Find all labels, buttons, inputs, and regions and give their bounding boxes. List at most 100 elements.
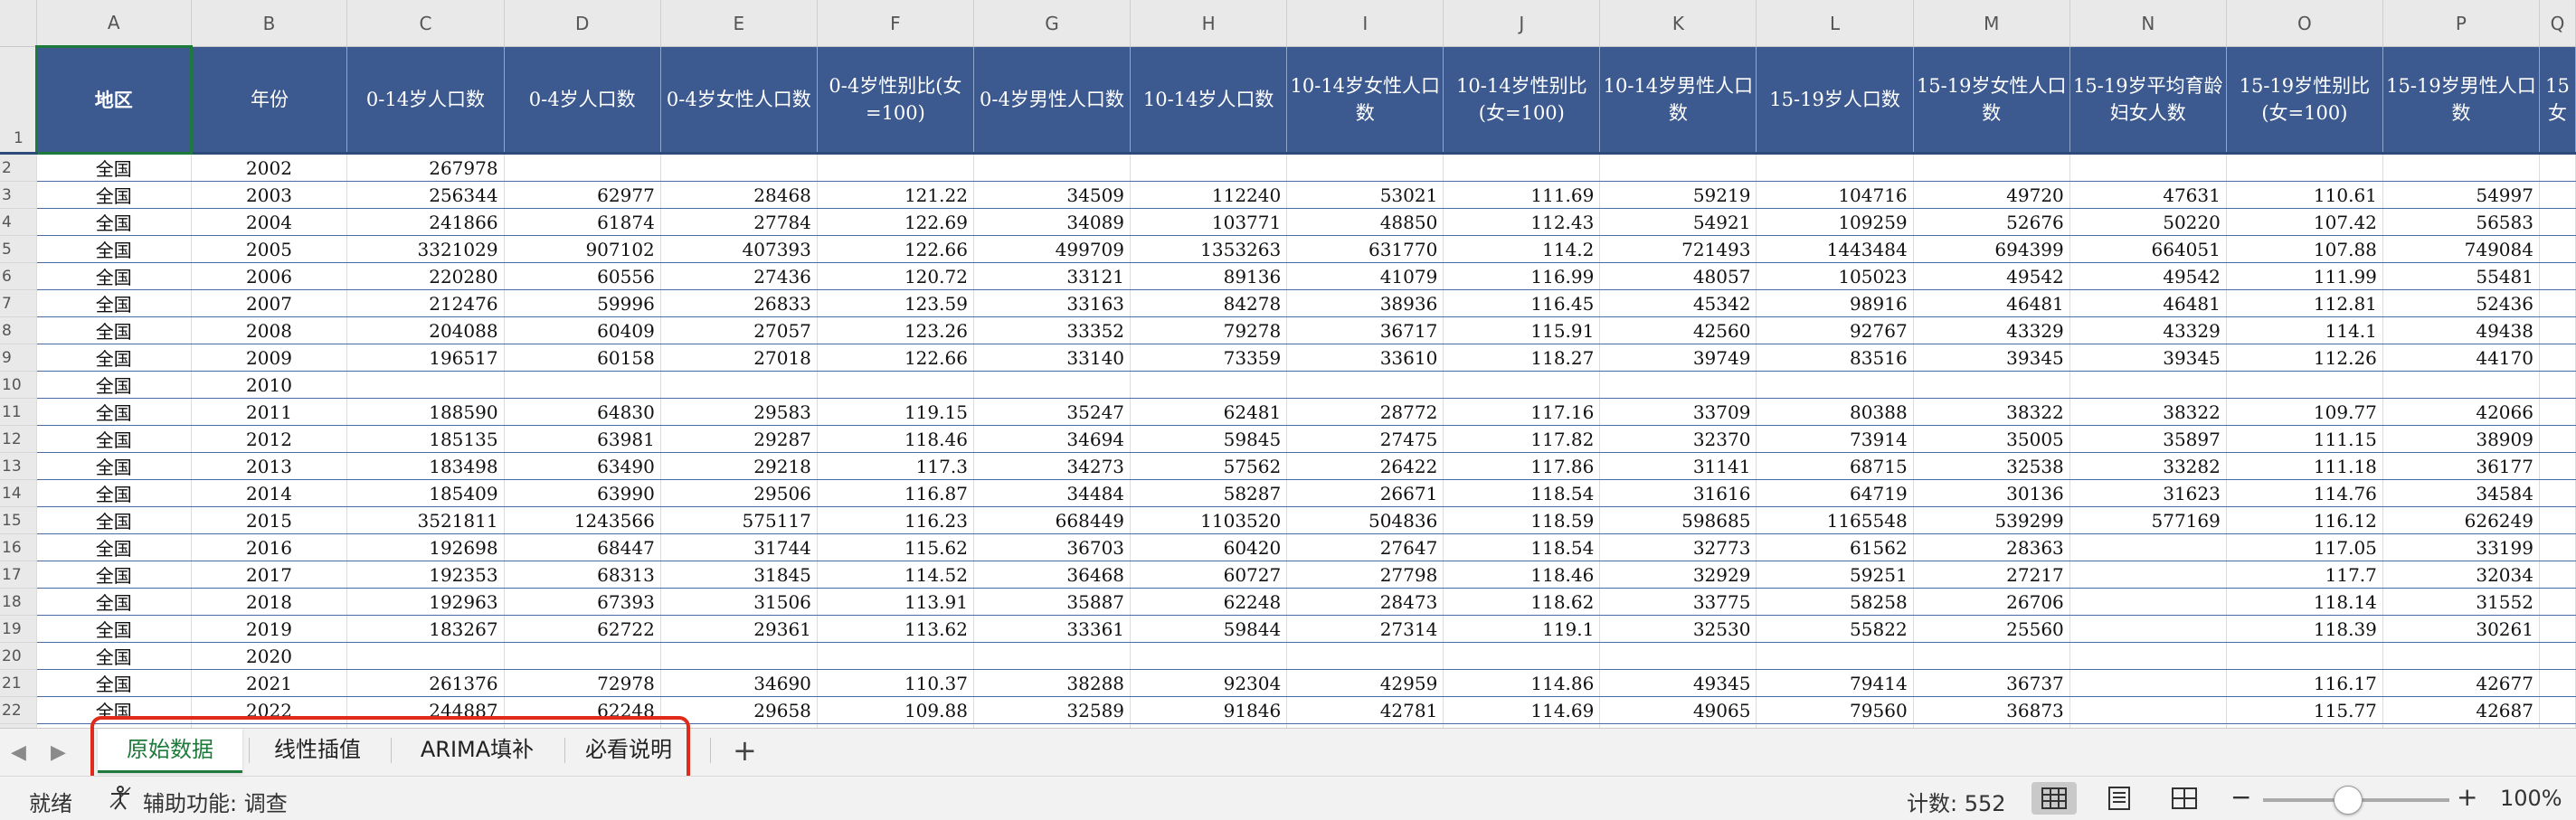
data-cell[interactable]: 35005 xyxy=(1913,425,2070,453)
data-cell[interactable]: 34509 xyxy=(973,181,1132,209)
data-cell[interactable] xyxy=(2069,588,2227,616)
data-cell[interactable] xyxy=(1913,153,2070,182)
column-header-o[interactable]: O xyxy=(2226,0,2383,47)
data-cell[interactable]: 38936 xyxy=(1286,289,1444,317)
data-cell[interactable] xyxy=(973,642,1132,670)
data-cell[interactable] xyxy=(1443,371,1601,399)
row-header[interactable]: 13 xyxy=(0,452,37,480)
data-cell[interactable]: 46481 xyxy=(2069,289,2227,317)
data-cell[interactable]: 664051 xyxy=(2069,235,2227,263)
column-header-d[interactable]: D xyxy=(504,0,661,47)
data-cell[interactable]: 114.69 xyxy=(1443,696,1601,724)
data-cell[interactable]: 31845 xyxy=(660,561,818,589)
data-cell[interactable]: 42687 xyxy=(2382,696,2540,724)
data-cell[interactable]: 122.66 xyxy=(817,344,974,372)
data-cell[interactable]: 32773 xyxy=(1599,533,1757,561)
accessibility-icon[interactable] xyxy=(107,784,134,816)
spreadsheet-grid[interactable]: A B C D E F G H I J K L M N O P Q 1 地区 年份 0-14岁人口数 0-4岁人口数 0-4… xyxy=(0,0,2576,728)
data-cell[interactable]: 116.45 xyxy=(1443,289,1601,317)
row-header[interactable]: 4 xyxy=(0,208,37,236)
data-cell[interactable]: 52436 xyxy=(2382,289,2540,317)
data-cell[interactable] xyxy=(2539,262,2576,290)
data-cell[interactable]: 111.69 xyxy=(1443,181,1601,209)
data-cell[interactable]: 118.14 xyxy=(2226,588,2383,616)
table-row[interactable]: 20 全国 2020 xyxy=(0,642,2576,670)
data-cell[interactable]: 53021 xyxy=(1286,181,1444,209)
data-cell[interactable]: 35247 xyxy=(973,398,1132,426)
data-cell[interactable] xyxy=(2226,153,2383,182)
data-cell[interactable]: 全国 xyxy=(36,289,192,317)
data-cell[interactable] xyxy=(2539,371,2576,399)
data-cell[interactable]: 27436 xyxy=(660,262,818,290)
data-cell[interactable] xyxy=(1599,371,1757,399)
data-cell[interactable]: 36873 xyxy=(1913,696,2070,724)
row-header[interactable]: 22 xyxy=(0,696,37,724)
data-cell[interactable] xyxy=(1286,371,1444,399)
data-cell[interactable]: 2018 xyxy=(191,588,348,616)
table-row[interactable]: 14 全国 2014 185409 63990 29506 116.87 34484 58287… xyxy=(0,479,2576,507)
data-cell[interactable]: 49438 xyxy=(2382,316,2540,344)
data-cell[interactable]: 全国 xyxy=(36,235,192,263)
data-cell[interactable]: 185409 xyxy=(346,479,505,507)
data-cell[interactable]: 28473 xyxy=(1286,588,1444,616)
data-cell[interactable]: 122.69 xyxy=(817,208,974,236)
data-cell[interactable]: 33709 xyxy=(1599,398,1757,426)
data-cell[interactable]: 72978 xyxy=(504,669,661,697)
data-cell[interactable]: 80388 xyxy=(1756,398,1914,426)
data-cell[interactable]: 27018 xyxy=(660,344,818,372)
status-accessibility[interactable]: 辅助功能: 调查 xyxy=(143,786,288,817)
data-cell[interactable]: 31623 xyxy=(2069,479,2227,507)
data-cell[interactable]: 39345 xyxy=(2069,344,2227,372)
data-cell[interactable]: 42066 xyxy=(2382,398,2540,426)
row-header[interactable]: 10 xyxy=(0,371,37,399)
data-cell[interactable] xyxy=(973,153,1132,182)
column-header-a[interactable]: A xyxy=(36,0,192,47)
data-cell[interactable]: 全国 xyxy=(36,425,192,453)
data-cell[interactable]: 110.61 xyxy=(2226,181,2383,209)
data-cell[interactable]: 64719 xyxy=(1756,479,1914,507)
data-cell[interactable] xyxy=(2539,289,2576,317)
data-cell[interactable]: 212476 xyxy=(346,289,505,317)
header-cell[interactable]: 15-19岁男性人口数 xyxy=(2382,46,2540,155)
header-cell[interactable]: 10-14岁男性人口数 xyxy=(1599,46,1757,155)
data-cell[interactable]: 28363 xyxy=(1913,533,2070,561)
data-cell[interactable] xyxy=(660,642,818,670)
data-cell[interactable] xyxy=(2539,344,2576,372)
data-cell[interactable]: 183498 xyxy=(346,452,505,480)
data-cell[interactable]: 1243566 xyxy=(504,506,661,534)
header-cell[interactable]: 年份 xyxy=(191,46,348,155)
row-header[interactable]: 5 xyxy=(0,235,37,263)
data-cell[interactable]: 44170 xyxy=(2382,344,2540,372)
data-cell[interactable]: 36737 xyxy=(1913,669,2070,697)
data-cell[interactable]: 34089 xyxy=(973,208,1132,236)
data-cell[interactable]: 全国 xyxy=(36,371,192,399)
column-header-l[interactable]: L xyxy=(1756,0,1914,47)
data-cell[interactable]: 59844 xyxy=(1130,615,1288,643)
data-cell[interactable]: 29218 xyxy=(660,452,818,480)
column-header-q[interactable]: Q xyxy=(2539,0,2576,47)
data-cell[interactable]: 1353263 xyxy=(1130,235,1288,263)
data-cell[interactable]: 112.43 xyxy=(1443,208,1601,236)
data-cell[interactable]: 43329 xyxy=(2069,316,2227,344)
data-cell[interactable] xyxy=(346,371,505,399)
data-cell[interactable]: 2020 xyxy=(191,642,348,670)
data-cell[interactable]: 631770 xyxy=(1286,235,1444,263)
data-cell[interactable] xyxy=(2069,642,2227,670)
data-cell[interactable]: 全国 xyxy=(36,561,192,589)
table-row[interactable]: 12 全国 2012 185135 63981 29287 118.46 34694 59845… xyxy=(0,425,2576,453)
column-header-p[interactable]: P xyxy=(2382,0,2540,47)
data-cell[interactable]: 60409 xyxy=(504,316,661,344)
row-header[interactable]: 3 xyxy=(0,181,37,209)
data-cell[interactable]: 114.1 xyxy=(2226,316,2383,344)
row-header[interactable]: 15 xyxy=(0,506,37,534)
table-row[interactable]: 21 全国 2021 261376 72978 34690 110.37 38288 92304… xyxy=(0,669,2576,697)
data-cell[interactable]: 36703 xyxy=(973,533,1132,561)
data-cell[interactable]: 112240 xyxy=(1130,181,1288,209)
data-cell[interactable]: 1103520 xyxy=(1130,506,1288,534)
data-cell[interactable]: 41079 xyxy=(1286,262,1444,290)
data-cell[interactable] xyxy=(2069,153,2227,182)
data-cell[interactable] xyxy=(1913,371,2070,399)
header-cell[interactable]: 0-4岁人口数 xyxy=(504,46,661,155)
data-cell[interactable]: 91846 xyxy=(1130,696,1288,724)
data-cell[interactable]: 2009 xyxy=(191,344,348,372)
